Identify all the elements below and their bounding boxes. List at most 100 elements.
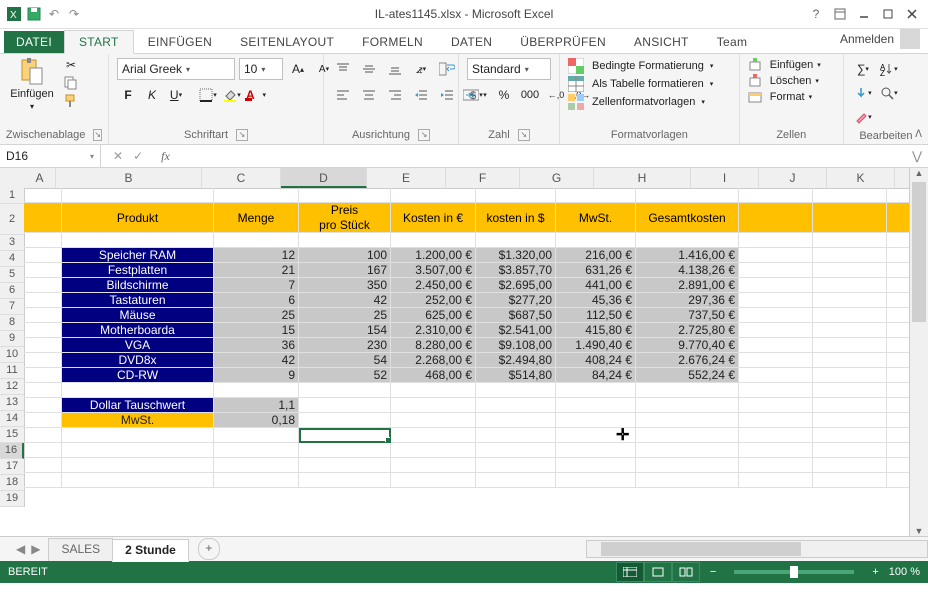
- bold-icon[interactable]: F: [117, 84, 139, 106]
- cell[interactable]: 25: [214, 308, 299, 323]
- align-left-icon[interactable]: [332, 84, 354, 106]
- cell[interactable]: [299, 428, 391, 443]
- cell[interactable]: 350: [299, 278, 391, 293]
- cell[interactable]: [739, 233, 813, 248]
- font-name-combo[interactable]: Arial Greek▾: [117, 58, 235, 80]
- cell[interactable]: [739, 263, 813, 278]
- align-middle-icon[interactable]: [358, 58, 380, 80]
- cell[interactable]: [391, 398, 476, 413]
- row-header-8[interactable]: 8: [0, 315, 24, 331]
- enter-formula-icon[interactable]: ✓: [133, 149, 143, 163]
- cell[interactable]: [556, 443, 636, 458]
- align-bottom-icon[interactable]: [384, 58, 406, 80]
- wrap-text-icon[interactable]: [436, 58, 458, 80]
- cell[interactable]: [813, 443, 887, 458]
- sort-filter-icon[interactable]: AZ▾: [878, 58, 900, 80]
- cell[interactable]: [556, 233, 636, 248]
- cell[interactable]: [556, 383, 636, 398]
- row-header-4[interactable]: 4: [0, 251, 24, 267]
- cell[interactable]: $3.857,70: [476, 263, 556, 278]
- cell[interactable]: [636, 233, 739, 248]
- cell[interactable]: [214, 383, 299, 398]
- scroll-thumb[interactable]: [912, 182, 926, 322]
- cell[interactable]: [214, 473, 299, 488]
- row-header-14[interactable]: 14: [0, 411, 24, 427]
- vertical-scrollbar[interactable]: ▲ ▼: [909, 168, 928, 536]
- row-header-6[interactable]: 6: [0, 283, 24, 299]
- cell[interactable]: [739, 368, 813, 383]
- cell[interactable]: [24, 278, 62, 293]
- cell[interactable]: 42: [299, 293, 391, 308]
- cell[interactable]: kosten in $: [476, 203, 556, 233]
- cell[interactable]: [556, 188, 636, 203]
- cell[interactable]: 52: [299, 368, 391, 383]
- cell[interactable]: [813, 413, 887, 428]
- cell[interactable]: [62, 188, 214, 203]
- sheet-tab-sales[interactable]: SALES: [48, 538, 113, 561]
- cell[interactable]: [391, 473, 476, 488]
- cells-grid[interactable]: ProduktMengePreispro StückKosten in €kos…: [24, 188, 928, 488]
- cell[interactable]: [62, 458, 214, 473]
- normal-view-icon[interactable]: [616, 562, 644, 582]
- cell[interactable]: [739, 473, 813, 488]
- border-icon[interactable]: ▾: [197, 84, 219, 106]
- tab-team[interactable]: Team: [703, 31, 762, 53]
- scroll-down-icon[interactable]: ▼: [910, 526, 928, 536]
- cell[interactable]: [24, 308, 62, 323]
- cell[interactable]: Festplatten: [62, 263, 214, 278]
- col-header-K[interactable]: K: [827, 168, 895, 188]
- cell[interactable]: [636, 188, 739, 203]
- cell[interactable]: [299, 398, 391, 413]
- increase-indent-icon[interactable]: [436, 84, 458, 106]
- fill-icon[interactable]: ▾: [852, 82, 874, 104]
- minimize-icon[interactable]: [856, 6, 872, 22]
- fill-color-icon[interactable]: ▾: [221, 84, 243, 106]
- cell[interactable]: 552,24 €: [636, 368, 739, 383]
- cell[interactable]: [813, 458, 887, 473]
- dialog-launcher-icon[interactable]: ↘: [236, 129, 248, 141]
- cell[interactable]: [299, 383, 391, 398]
- col-header-B[interactable]: B: [56, 168, 202, 188]
- clear-icon[interactable]: ▾: [852, 106, 874, 128]
- tab-start[interactable]: START: [64, 30, 134, 54]
- row-header-1[interactable]: 1: [0, 188, 24, 204]
- cancel-formula-icon[interactable]: ✕: [113, 149, 123, 163]
- cell[interactable]: $1.320,00: [476, 248, 556, 263]
- cell[interactable]: [24, 443, 62, 458]
- cell[interactable]: 737,50 €: [636, 308, 739, 323]
- cell[interactable]: [556, 473, 636, 488]
- prev-sheet-icon[interactable]: ◀: [16, 542, 25, 556]
- copy-icon[interactable]: [62, 76, 80, 90]
- cell[interactable]: [813, 278, 887, 293]
- cell[interactable]: 12: [214, 248, 299, 263]
- dialog-launcher-icon[interactable]: ↘: [93, 129, 102, 141]
- cell[interactable]: 441,00 €: [556, 278, 636, 293]
- cell[interactable]: [214, 233, 299, 248]
- cut-icon[interactable]: ✂: [62, 58, 80, 72]
- help-icon[interactable]: ?: [808, 6, 824, 22]
- cell[interactable]: [24, 353, 62, 368]
- cell[interactable]: [739, 188, 813, 203]
- cell[interactable]: 297,36 €: [636, 293, 739, 308]
- row-header-7[interactable]: 7: [0, 299, 24, 315]
- cell[interactable]: [739, 353, 813, 368]
- cell[interactable]: DVD8x: [62, 353, 214, 368]
- cell[interactable]: 2.450,00 €: [391, 278, 476, 293]
- cell[interactable]: [636, 443, 739, 458]
- conditional-formatting-button[interactable]: Bedingte Formatierung▾: [568, 58, 713, 74]
- cell[interactable]: 0,18: [214, 413, 299, 428]
- cell[interactable]: 252,00 €: [391, 293, 476, 308]
- cell[interactable]: [636, 428, 739, 443]
- cell[interactable]: 468,00 €: [391, 368, 476, 383]
- cell[interactable]: Kosten in €: [391, 203, 476, 233]
- worksheet[interactable]: ABCDEFGHIJK 1234567891011121314151617181…: [0, 168, 928, 536]
- cell[interactable]: [476, 398, 556, 413]
- expand-formula-bar-icon[interactable]: ⋁: [906, 149, 928, 163]
- col-header-F[interactable]: F: [446, 168, 520, 188]
- cell[interactable]: [299, 443, 391, 458]
- cell[interactable]: 84,24 €: [556, 368, 636, 383]
- horizontal-scrollbar[interactable]: [586, 540, 928, 558]
- cell[interactable]: 2.676,24 €: [636, 353, 739, 368]
- fx-icon[interactable]: fx: [155, 149, 176, 164]
- cell[interactable]: 1.200,00 €: [391, 248, 476, 263]
